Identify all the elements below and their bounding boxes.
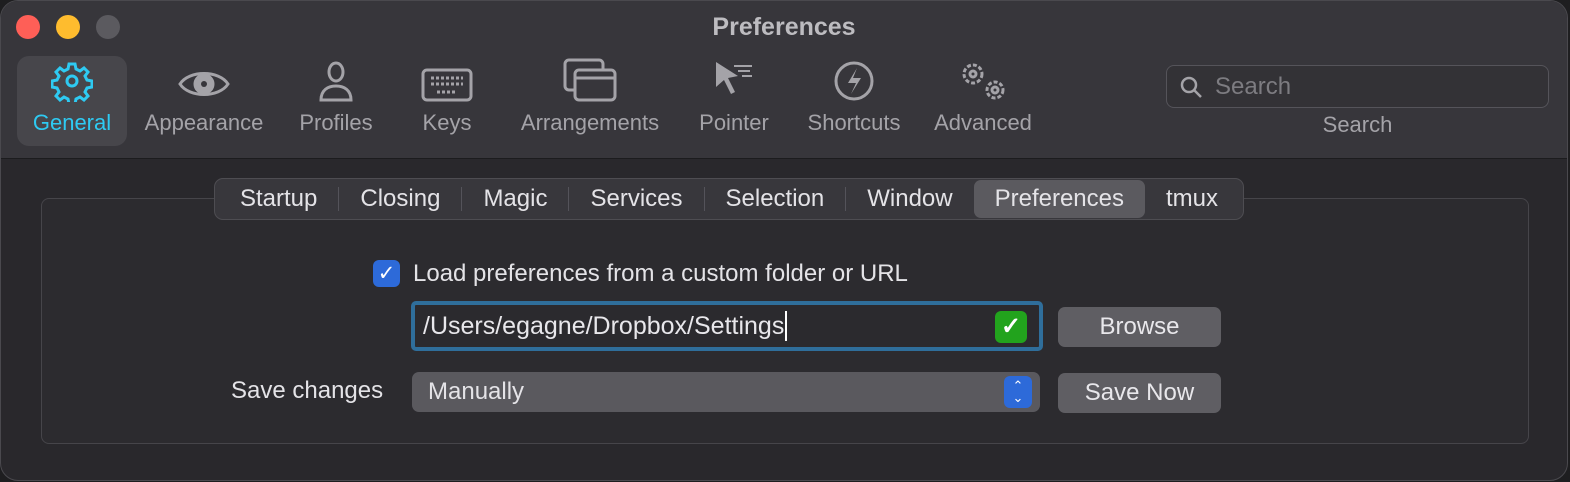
toolbar: Preferences General Appearance Profiles … bbox=[1, 1, 1567, 159]
tab-magic[interactable]: Magic bbox=[462, 180, 568, 218]
search-placeholder: Search bbox=[1215, 72, 1292, 100]
toolbar-advanced[interactable]: Advanced bbox=[927, 56, 1039, 146]
toolbar-general[interactable]: General bbox=[17, 56, 127, 146]
prefs-path-input[interactable]: /Users/egagne/Dropbox/Settings ✓ bbox=[411, 301, 1043, 351]
prefs-path-value: /Users/egagne/Dropbox/Settings bbox=[423, 311, 785, 340]
pointer-icon bbox=[716, 62, 752, 94]
tab-preferences[interactable]: Preferences bbox=[973, 180, 1145, 218]
toolbar-label: Pointer bbox=[699, 110, 769, 135]
toolbar-arrangements[interactable]: Arrangements bbox=[511, 56, 669, 146]
bolt-icon bbox=[834, 61, 874, 101]
toolbar-label: Keys bbox=[422, 110, 472, 135]
toolbar-label: Profiles bbox=[299, 110, 373, 135]
window-title: Preferences bbox=[712, 13, 856, 41]
gear-icon bbox=[51, 62, 93, 102]
eye-icon bbox=[178, 72, 230, 96]
search-label: Search bbox=[1322, 112, 1393, 137]
toolbar-label: Shortcuts bbox=[807, 110, 901, 135]
gears-icon bbox=[962, 63, 1005, 100]
chevron-up-down-icon: ⌃ ⌄ bbox=[1004, 376, 1032, 408]
toolbar-label: Arrangements bbox=[520, 110, 660, 135]
tab-selection[interactable]: Selection bbox=[705, 180, 846, 218]
save-now-button[interactable]: Save Now bbox=[1058, 373, 1221, 413]
tab-tmux[interactable]: tmux bbox=[1145, 180, 1239, 218]
toolbar-shortcuts[interactable]: Shortcuts bbox=[799, 56, 909, 146]
preferences-window: Preferences General Appearance Profiles … bbox=[0, 0, 1568, 481]
load-prefs-checkbox[interactable]: ✓ bbox=[373, 260, 400, 287]
person-icon bbox=[319, 61, 353, 102]
toolbar-label: General bbox=[32, 110, 112, 135]
text-caret bbox=[785, 311, 788, 341]
search-input[interactable]: Search bbox=[1166, 65, 1549, 108]
save-changes-value: Manually bbox=[428, 378, 525, 405]
browse-button[interactable]: Browse bbox=[1058, 307, 1221, 347]
toolbar-profiles[interactable]: Profiles bbox=[291, 56, 381, 146]
toolbar-pointer[interactable]: Pointer bbox=[689, 56, 779, 146]
tab-bar: Startup Closing Magic Services Selection… bbox=[214, 178, 1245, 220]
tab-closing[interactable]: Closing bbox=[339, 180, 461, 218]
toolbar-keys[interactable]: Keys bbox=[402, 56, 492, 146]
toolbar-appearance[interactable]: Appearance bbox=[139, 56, 269, 146]
save-changes-label: Save changes bbox=[231, 377, 384, 404]
windows-icon bbox=[563, 58, 617, 102]
tab-startup[interactable]: Startup bbox=[219, 180, 338, 218]
search-icon bbox=[1180, 76, 1202, 98]
tab-services[interactable]: Services bbox=[569, 180, 703, 218]
save-changes-select[interactable]: Manually ⌃ ⌄ bbox=[412, 372, 1040, 412]
toolbar-label: Advanced bbox=[934, 110, 1032, 135]
valid-checkmark-icon: ✓ bbox=[995, 311, 1027, 343]
tab-window[interactable]: Window bbox=[846, 180, 973, 218]
keyboard-icon bbox=[421, 68, 473, 102]
toolbar-label: Appearance bbox=[144, 110, 264, 135]
load-prefs-label: Load preferences from a custom folder or… bbox=[413, 260, 908, 287]
